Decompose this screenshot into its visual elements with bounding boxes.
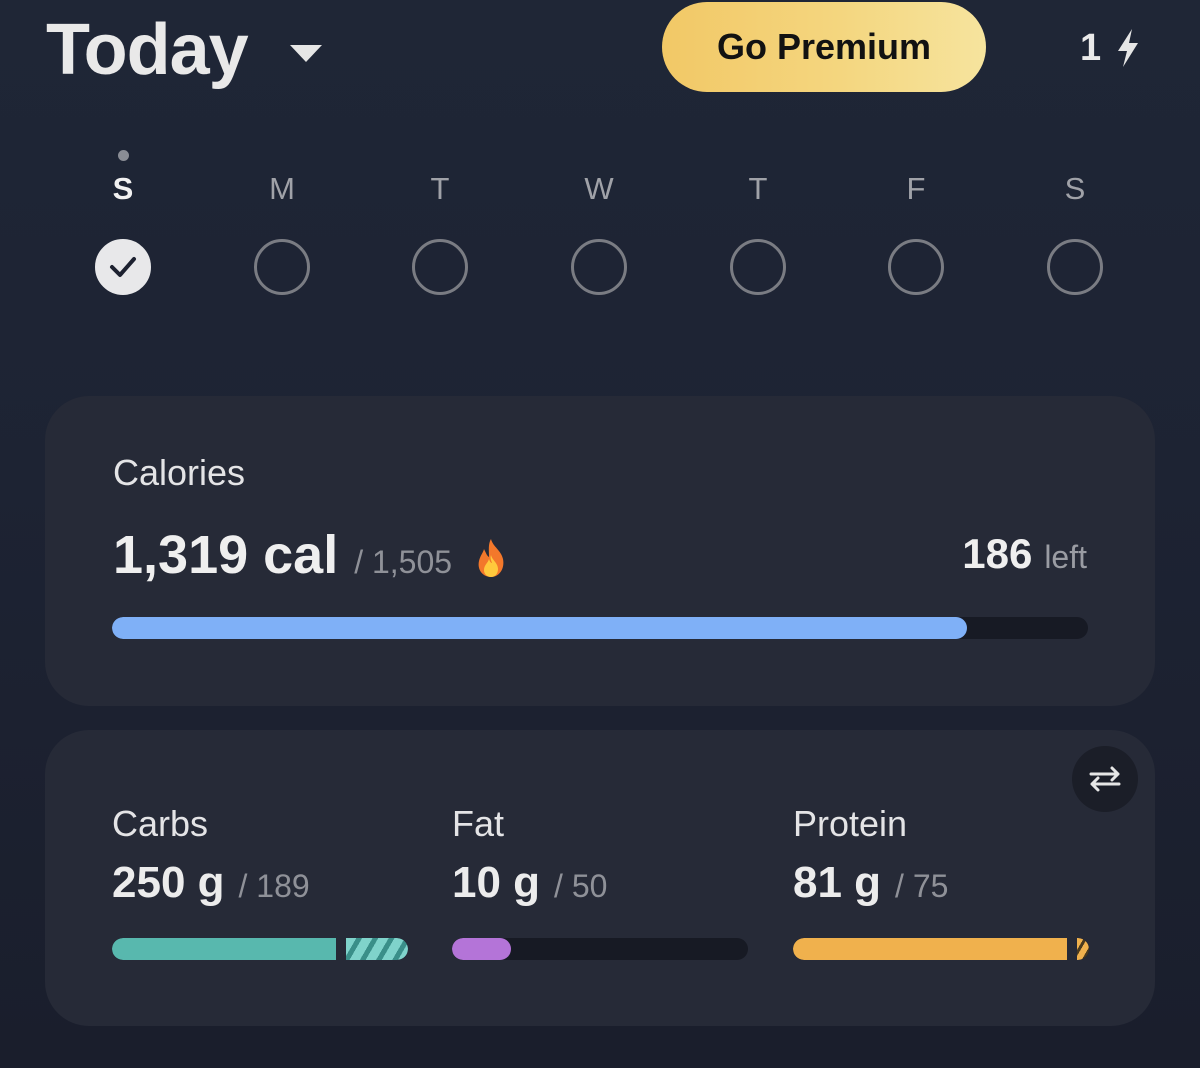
- macro-goal: / 75: [895, 868, 949, 904]
- protein-progress-bar: [793, 938, 1089, 960]
- macro-goal: / 189: [238, 868, 310, 904]
- calories-consumed: 1,319 cal: [113, 525, 339, 585]
- calories-summary: 1,319 cal / 1,505: [113, 524, 508, 586]
- header: Today Go Premium 1: [0, 0, 1200, 100]
- macro-goal: / 50: [554, 868, 608, 904]
- today-indicator: [117, 150, 129, 161]
- day-monday[interactable]: M: [232, 140, 332, 300]
- macro-value: 250 g: [112, 858, 225, 907]
- protein-over-gap: [1067, 938, 1077, 960]
- bolt-icon: [1118, 29, 1139, 67]
- day-status-empty: [571, 239, 627, 295]
- swap-arrows-icon: [1089, 766, 1121, 792]
- page-title: Today: [46, 10, 249, 90]
- week-strip: S M T W T F S: [0, 140, 1200, 300]
- day-wednesday[interactable]: W: [549, 140, 649, 300]
- macro-name: Fat: [452, 803, 505, 844]
- date-selector[interactable]: Today: [46, 8, 322, 92]
- macro-name: Carbs: [112, 803, 209, 844]
- day-status-empty: [888, 239, 944, 295]
- macro-name: Protein: [793, 803, 908, 844]
- day-friday[interactable]: F: [866, 140, 966, 300]
- day-status-completed: [95, 239, 151, 295]
- fire-icon: [478, 539, 504, 577]
- day-letter: S: [112, 171, 134, 206]
- calories-card[interactable]: Calories 1,319 cal / 1,505 186 left: [45, 396, 1155, 706]
- macro-carbs: Carbs 250 g / 189: [112, 802, 408, 960]
- streak-count: 1: [1080, 26, 1102, 69]
- day-sunday[interactable]: S: [73, 140, 173, 300]
- day-status-empty: [412, 239, 468, 295]
- carbs-over-gap: [336, 938, 346, 960]
- check-icon: [110, 257, 136, 277]
- day-letter: S: [1064, 171, 1086, 206]
- day-status-empty: [730, 239, 786, 295]
- calories-label: Calories: [113, 452, 246, 493]
- macro-protein: Protein 81 g / 75: [793, 802, 1089, 960]
- carbs-progress-fill: [112, 938, 336, 960]
- protein-over-goal-stripes: [1077, 938, 1089, 960]
- carbs-over-goal-stripes: [346, 938, 408, 960]
- fat-progress-fill: [452, 938, 512, 960]
- day-status-empty: [1047, 239, 1103, 295]
- streak-counter[interactable]: 1: [1080, 24, 1141, 72]
- macro-value: 81 g: [793, 858, 882, 907]
- calories-progress-bar: [112, 617, 1088, 639]
- day-letter: T: [748, 171, 768, 206]
- day-letter: T: [430, 171, 450, 206]
- protein-progress-fill: [793, 938, 1067, 960]
- chevron-down-icon: [289, 44, 322, 62]
- calories-progress-fill: [112, 617, 968, 639]
- day-saturday[interactable]: S: [1025, 140, 1125, 300]
- day-letter: M: [269, 171, 295, 206]
- day-letter: W: [584, 171, 614, 206]
- go-premium-button[interactable]: Go Premium: [662, 2, 986, 92]
- macro-value: 10 g: [452, 858, 541, 907]
- day-status-empty: [254, 239, 310, 295]
- calories-goal: / 1,505: [354, 544, 453, 580]
- calories-left-label: left: [1044, 539, 1087, 575]
- calories-left-value: 186: [962, 530, 1033, 577]
- macros-card[interactable]: Carbs 250 g / 189 Fat 10 g / 50 Protein …: [45, 730, 1155, 1026]
- calories-left: 186 left: [962, 530, 1087, 578]
- fat-progress-bar: [452, 938, 748, 960]
- macro-fat: Fat 10 g / 50: [452, 802, 748, 960]
- day-tuesday[interactable]: T: [390, 140, 490, 300]
- day-letter: F: [906, 171, 926, 206]
- day-thursday[interactable]: T: [708, 140, 808, 300]
- carbs-progress-bar: [112, 938, 408, 960]
